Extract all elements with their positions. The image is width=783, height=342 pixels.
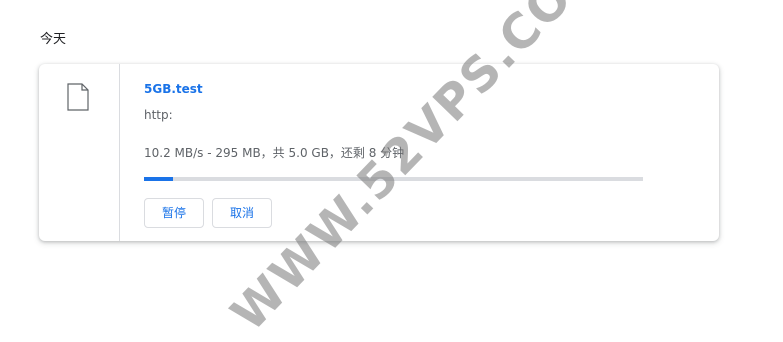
download-status: 10.2 MB/s - 295 MB，共 5.0 GB，还剩 8 分钟 [144,146,405,160]
download-progress-fill [144,177,174,181]
download-url[interactable]: http: [144,108,173,122]
file-icon [67,83,89,111]
file-icon-column [39,64,120,241]
cancel-button[interactable]: 取消 [212,198,272,228]
download-details: 5GB.test http: 10.2 MB/s - 295 MB，共 5.0 … [144,64,719,241]
download-item-card: 5GB.test http: 10.2 MB/s - 295 MB，共 5.0 … [39,64,719,241]
date-section-header: 今天 [40,32,67,47]
file-name-link[interactable]: 5GB.test [144,82,203,96]
download-progress-bar [144,177,643,181]
pause-button[interactable]: 暂停 [144,198,204,228]
